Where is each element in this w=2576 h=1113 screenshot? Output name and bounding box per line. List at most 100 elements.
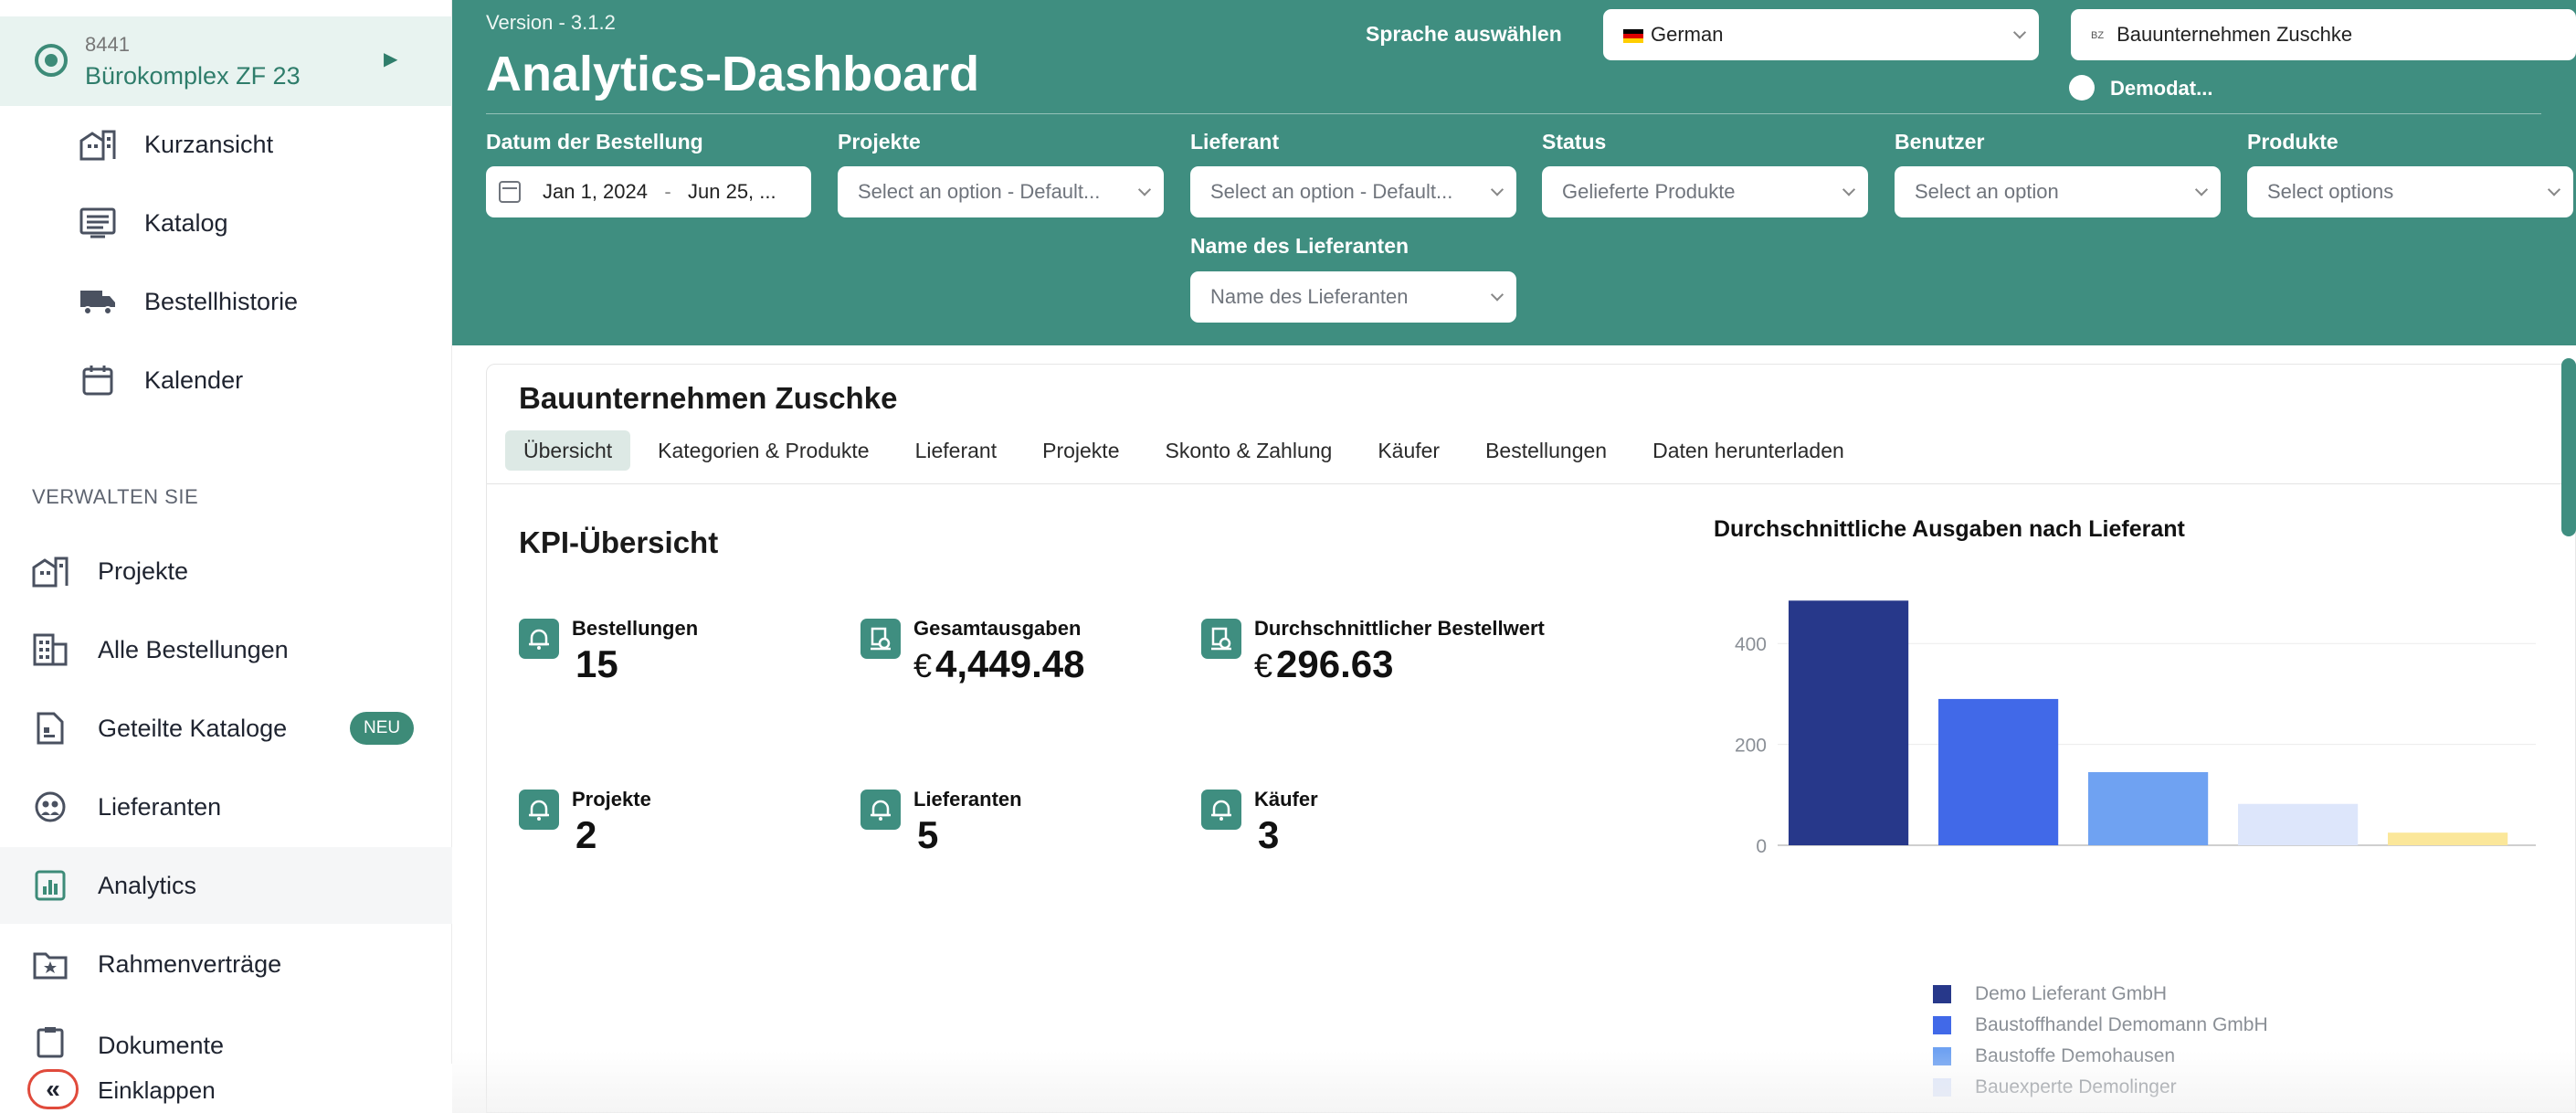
bell-icon bbox=[519, 790, 559, 830]
legend-swatch bbox=[1933, 1047, 1951, 1065]
collapse-sidebar[interactable]: « Einklappen bbox=[0, 1064, 452, 1113]
status-select[interactable]: Gelieferte Produkte bbox=[1542, 166, 1868, 217]
section-title: VERWALTEN SIE bbox=[32, 485, 199, 508]
sidebar-item-label: Rahmenverträge bbox=[98, 949, 282, 978]
tab-lieferant[interactable]: Lieferant bbox=[897, 430, 1016, 471]
user-select[interactable]: Select an option bbox=[1895, 166, 2221, 217]
sidebar-item-alle-bestellungen[interactable]: Alle Bestellungen bbox=[0, 611, 452, 688]
workspace-id: 8441 bbox=[85, 33, 130, 56]
tab-kategorien-produkte[interactable]: Kategorien & Produkte bbox=[639, 430, 887, 471]
company-select[interactable]: BZ Bauunternehmen Zuschke bbox=[2071, 9, 2576, 60]
company-title: Bauunternehmen Zuschke bbox=[519, 381, 898, 415]
header-divider bbox=[486, 113, 2541, 114]
legend-item[interactable]: Bauexperte Demolinger bbox=[1933, 1076, 2177, 1098]
chart-bar[interactable] bbox=[1938, 698, 2059, 845]
scrollbar[interactable] bbox=[2561, 358, 2576, 536]
chart-bar[interactable] bbox=[2388, 832, 2508, 845]
sidebar-item-label: Dokumente bbox=[98, 1032, 225, 1059]
list-icon bbox=[79, 204, 117, 242]
kpi-label: Durchschnittlicher Bestellwert bbox=[1254, 617, 1545, 640]
products-select[interactable]: Select options bbox=[2247, 166, 2573, 217]
company-value: Bauunternehmen Zuschke bbox=[2117, 23, 2353, 46]
bell-icon bbox=[1201, 790, 1241, 830]
sidebar-item-katalog[interactable]: Katalog bbox=[0, 185, 452, 261]
sidebar-item-label: Bestellhistorie bbox=[144, 287, 299, 315]
tab-skonto-zahlung[interactable]: Skonto & Zahlung bbox=[1146, 430, 1350, 471]
german-flag-icon bbox=[1623, 28, 1643, 43]
sidebar-item-rahmenvertraege[interactable]: Rahmenverträge bbox=[0, 926, 452, 1002]
legend-label: Baustoffhandel Demomann GmbH bbox=[1975, 1014, 2268, 1035]
chart-bar[interactable] bbox=[2238, 803, 2359, 845]
supplier-placeholder: Select an option - Default... bbox=[1210, 180, 1453, 203]
projects-select[interactable]: Select an option - Default... bbox=[838, 166, 1164, 217]
sidebar-item-projekte[interactable]: Projekte bbox=[0, 533, 452, 610]
bell-icon bbox=[519, 619, 559, 659]
kpi-projekte: Projekte 2 bbox=[519, 788, 866, 861]
legend-label: Baustoffe Demohausen bbox=[1975, 1045, 2176, 1066]
date-separator: - bbox=[664, 180, 671, 203]
sidebar-item-kalender[interactable]: Kalender bbox=[0, 342, 452, 419]
kpi-bestellungen: Bestellungen 15 bbox=[519, 617, 866, 690]
sidebar-item-label: Geteilte Kataloge bbox=[98, 714, 288, 742]
workspace-selector[interactable]: 8441 Bürokomplex ZF 23 ▶ bbox=[0, 16, 452, 106]
sidebar-item-analytics[interactable]: Analytics bbox=[0, 847, 452, 924]
legend-item[interactable]: Demo Lieferant GmbH bbox=[1933, 983, 2167, 1005]
sidebar-item-geteilte-kataloge[interactable]: Geteilte Kataloge NEU bbox=[0, 690, 452, 767]
kpi-gesamtausgaben: Gesamtausgaben €4,449.48 bbox=[860, 617, 1208, 690]
tab-bestellungen[interactable]: Bestellungen bbox=[1467, 430, 1625, 471]
chart-bar[interactable] bbox=[2088, 771, 2209, 845]
kpi-label: Käufer bbox=[1254, 788, 1318, 811]
tab-kaeufer[interactable]: Käufer bbox=[1359, 430, 1458, 471]
sidebar: 8441 Bürokomplex ZF 23 ▶ Kurzansicht Kat… bbox=[0, 0, 452, 1113]
legend-item[interactable]: Baustoffhandel Demomann GmbH bbox=[1933, 1014, 2268, 1036]
company-badge: BZ bbox=[2091, 30, 2105, 42]
caret-right-icon[interactable]: ▶ bbox=[384, 48, 397, 70]
double-chevron-left-icon[interactable]: « bbox=[27, 1069, 79, 1109]
sidebar-item-label: Kurzansicht bbox=[144, 130, 274, 158]
kpi-label: Gesamtausgaben bbox=[913, 617, 1082, 640]
y-tick-label: 0 bbox=[1756, 836, 1767, 857]
kpi-value: €296.63 bbox=[1254, 642, 1394, 685]
kpi-label: Bestellungen bbox=[572, 617, 699, 640]
date-range-picker[interactable]: Jan 1, 2024 - Jun 25, ... bbox=[486, 166, 811, 217]
grid-building-icon bbox=[31, 631, 69, 669]
building-icon bbox=[31, 552, 69, 590]
filter-user-label: Benutzer bbox=[1895, 130, 1985, 154]
sidebar-item-kurzansicht[interactable]: Kurzansicht bbox=[0, 106, 452, 183]
chart-bar[interactable] bbox=[1789, 600, 1909, 845]
language-value: German bbox=[1651, 23, 1724, 46]
tab-uebersicht[interactable]: Übersicht bbox=[505, 430, 631, 471]
tab-daten-herunterladen[interactable]: Daten herunterladen bbox=[1634, 430, 1863, 471]
truck-icon bbox=[79, 282, 117, 321]
filter-products-label: Produkte bbox=[2247, 130, 2338, 154]
kpi-value: 15 bbox=[575, 642, 618, 685]
sidebar-item-lieferanten[interactable]: Lieferanten bbox=[0, 768, 452, 845]
language-select[interactable]: German bbox=[1603, 9, 2039, 60]
products-placeholder: Select options bbox=[2267, 180, 2394, 203]
chevron-down-icon bbox=[1137, 183, 1152, 196]
chevron-down-icon bbox=[1842, 183, 1856, 196]
analytics-card: Bauunternehmen Zuschke Übersicht Kategor… bbox=[486, 364, 2576, 1113]
kpi-value: 2 bbox=[575, 813, 597, 856]
tab-projekte[interactable]: Projekte bbox=[1024, 430, 1137, 471]
legend-item[interactable]: Baustoffe Demohausen bbox=[1933, 1045, 2175, 1067]
kpi-lieferanten: Lieferanten 5 bbox=[860, 788, 1208, 861]
legend-swatch bbox=[1933, 985, 1951, 1003]
version-label: Version - 3.1.2 bbox=[486, 11, 616, 34]
analytics-icon bbox=[31, 866, 69, 905]
chevron-down-icon bbox=[2194, 183, 2209, 196]
kpi-title: KPI-Übersicht bbox=[519, 525, 719, 559]
new-badge: NEU bbox=[350, 712, 415, 745]
sidebar-item-bestellhistorie[interactable]: Bestellhistorie bbox=[0, 263, 452, 340]
calendar-icon bbox=[499, 181, 521, 203]
demo-data-toggle[interactable] bbox=[2069, 75, 2095, 101]
user-placeholder: Select an option bbox=[1915, 180, 2059, 203]
status-value: Gelieferte Produkte bbox=[1562, 180, 1736, 203]
supplier-name-select[interactable]: Name des Lieferanten bbox=[1190, 271, 1516, 323]
kpi-value: €4,449.48 bbox=[913, 642, 1085, 685]
supplier-select[interactable]: Select an option - Default... bbox=[1190, 166, 1516, 217]
filter-date-label: Datum der Bestellung bbox=[486, 130, 703, 154]
sidebar-item-dokumente[interactable]: Dokumente bbox=[0, 1004, 452, 1063]
legend-label: Demo Lieferant GmbH bbox=[1975, 983, 2168, 1004]
chart-title: Durchschnittliche Ausgaben nach Lieferan… bbox=[1714, 516, 2185, 542]
